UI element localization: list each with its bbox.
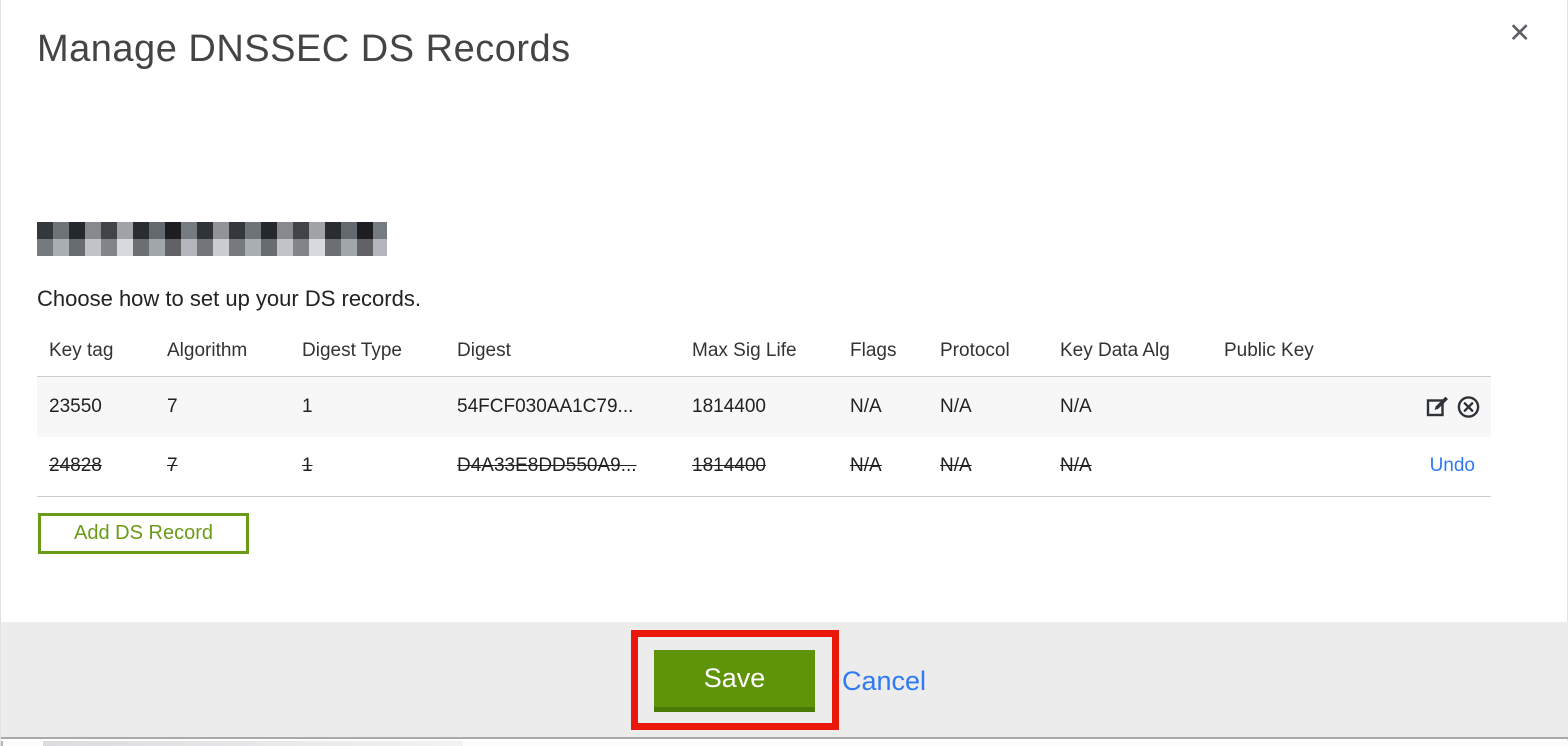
cell-max-sig-life: 1814400 [692,395,766,417]
cell-key-tag: 23550 [49,395,102,417]
column-header-actions [1362,328,1491,377]
cell-protocol: N/A [940,455,972,477]
column-header-digest: Digest [457,340,511,361]
cell-digest-type: 1 [302,395,313,417]
cell-key-data-alg: N/A [1060,395,1092,417]
undo-link[interactable]: Undo [1430,455,1481,476]
cell-public-key [1212,437,1362,497]
column-header-flags: Flags [850,340,897,361]
column-header-public-key: Public Key [1224,340,1314,361]
cell-algorithm: 7 [167,395,178,417]
save-button[interactable]: Save [654,650,815,712]
cell-max-sig-life: 1814400 [692,455,766,477]
cell-digest: 54FCF030AA1C79... [457,395,634,417]
table-header-row: Key tag Algorithm Digest Type Digest Max… [37,328,1491,377]
row-actions: Undo [1362,437,1491,497]
column-header-key-tag: Key tag [49,340,114,361]
edit-record-icon[interactable] [1425,394,1450,419]
column-header-algorithm: Algorithm [167,340,248,361]
close-icon[interactable]: ✕ [1508,20,1531,47]
column-header-protocol: Protocol [940,340,1010,361]
table-row: 24828 7 1 D4A33E8DD550A9... 1814400 N/A … [37,436,1491,497]
background-page-content [43,741,463,746]
column-header-key-data-alg: Key Data Alg [1060,340,1170,361]
cell-digest: D4A33E8DD550A9... [457,455,637,477]
delete-record-icon[interactable] [1456,394,1481,419]
cell-key-tag: 24828 [49,455,102,477]
cancel-link[interactable]: Cancel [842,666,926,697]
row-actions [1362,377,1491,437]
add-ds-record-button[interactable]: Add DS Record [38,513,249,554]
redacted-domain-name [37,222,387,256]
column-header-max-sig-life: Max Sig Life [692,340,797,361]
cell-protocol: N/A [940,395,972,417]
cell-public-key [1212,377,1362,437]
cell-key-data-alg: N/A [1060,455,1092,477]
column-header-digest-type: Digest Type [302,340,402,361]
ds-records-table: Key tag Algorithm Digest Type Digest Max… [37,328,1491,497]
modal-footer: Save Cancel [1,622,1568,739]
cell-digest-type: 1 [302,455,313,477]
table-row: 23550 7 1 54FCF030AA1C79... 1814400 N/A … [37,376,1491,437]
page-title: Manage DNSSEC DS Records [37,28,571,70]
background-page-strip [1,741,1568,746]
instruction-text: Choose how to set up your DS records. [37,286,421,311]
dnssec-ds-records-modal: Manage DNSSEC DS Records ✕ Choose how to… [0,0,1568,746]
cell-flags: N/A [850,455,882,477]
cell-flags: N/A [850,395,882,417]
cell-algorithm: 7 [167,455,178,477]
